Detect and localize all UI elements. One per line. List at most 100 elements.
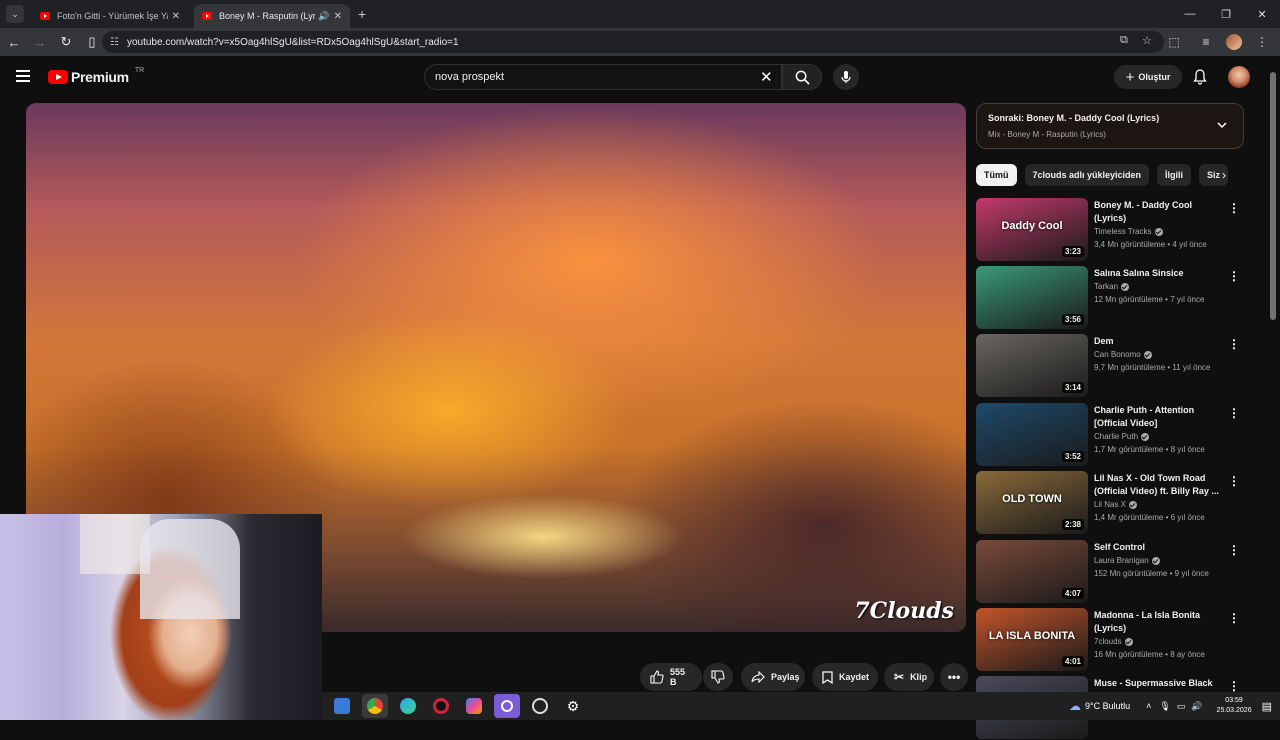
voice-search-button[interactable] (833, 64, 859, 90)
search-button[interactable] (782, 64, 822, 90)
like-button[interactable]: 555 B (640, 663, 702, 691)
video-list-item[interactable]: OLD TOWN 2:38 Lil Nas X - Old Town Road (O… (976, 471, 1244, 535)
restore-icon[interactable]: ❐ (1208, 0, 1244, 28)
tab-search-chevron-icon[interactable]: ⌄ (6, 5, 24, 23)
back-icon[interactable]: ← (2, 30, 26, 54)
more-vertical-icon[interactable]: ⋮ (1228, 543, 1240, 557)
channel-name[interactable]: Charlie Puth (1094, 432, 1150, 441)
dislike-button[interactable] (703, 663, 733, 691)
notification-center-icon[interactable]: ▤ (1262, 700, 1272, 713)
video-thumbnail[interactable]: 4:07 (976, 540, 1088, 603)
save-button[interactable]: Kaydet (812, 663, 878, 691)
new-tab-button[interactable]: + (358, 6, 366, 22)
channel-name[interactable]: Laura Branigan (1094, 556, 1160, 565)
view-count: 9,7 Mn görüntüleme (1094, 363, 1166, 372)
video-watermark: 7Clouds (854, 598, 954, 624)
side-panel-icon[interactable]: ▯ (80, 30, 104, 54)
site-info-icon[interactable]: ☷ (110, 37, 119, 48)
opera-icon[interactable] (428, 694, 454, 718)
network-icon[interactable]: ▭ (1177, 701, 1186, 712)
up-next-panel[interactable]: Sonraki: Boney M. - Daddy Cool (Lyrics) … (976, 103, 1244, 149)
speaker-icon[interactable]: 🔊 (318, 11, 329, 22)
video-list-item[interactable]: Daddy Cool 3:23 Boney M. - Daddy Cool (Lyr… (976, 198, 1244, 262)
chevron-right-icon[interactable]: › (1222, 168, 1226, 182)
copilot-icon[interactable] (461, 694, 487, 718)
more-vertical-icon[interactable]: ⋮ (1228, 337, 1240, 351)
clip-button[interactable]: ✂ Klip (884, 663, 934, 691)
browser-menu-icon[interactable]: ⋮ (1250, 30, 1274, 54)
verified-check-icon (1143, 350, 1152, 359)
browser-tab-0[interactable]: Foto'n Gitti - Yürümek İşe Yaram ✕ (32, 4, 188, 28)
close-window-icon[interactable]: ✕ (1244, 0, 1280, 28)
clock[interactable]: 03:59 25.03.2026 (1217, 696, 1252, 716)
forward-icon[interactable]: → (28, 30, 52, 54)
chrome-icon[interactable] (362, 694, 388, 718)
browser-tab-1[interactable]: Boney M - Rasputin (Lyrics) 🔊 ✕ (194, 4, 350, 28)
video-title[interactable]: Charlie Puth - Attention [Official Video… (1094, 404, 1224, 430)
video-thumbnail[interactable]: LA ISLA BONITA 4:01 (976, 608, 1088, 671)
video-thumbnail[interactable]: 3:56 (976, 266, 1088, 329)
create-button[interactable]: + Oluştur (1114, 65, 1182, 89)
more-vertical-icon[interactable]: ⋮ (1228, 474, 1240, 488)
scrollbar-thumb[interactable] (1270, 72, 1276, 320)
video-list-item[interactable]: 4:07 Self Control Laura Branigan 152 Mn gör… (976, 540, 1244, 604)
menu-hamburger-icon[interactable] (16, 70, 30, 82)
more-actions-button[interactable]: ••• (940, 663, 968, 691)
channel-name[interactable]: Can Bonomo (1094, 350, 1152, 359)
tray-chevron-up-icon[interactable]: ˄ (1146, 701, 1151, 711)
video-title[interactable]: Boney M. - Daddy Cool (Lyrics) (1094, 199, 1224, 225)
video-title[interactable]: Dem (1094, 335, 1224, 348)
video-list-item[interactable]: 3:14 Dem Can Bonomo 9,7 Mn görüntüleme • 11… (976, 334, 1244, 398)
video-list-item[interactable]: 3:56 Salına Salına Sinsice Tarkan 12 Mn gör… (976, 266, 1244, 330)
notifications-bell-icon[interactable] (1190, 67, 1210, 87)
media-controls-icon[interactable]: ≡ (1194, 30, 1218, 54)
video-thumbnail[interactable]: Daddy Cool 3:23 (976, 198, 1088, 261)
tab-close-icon[interactable]: ✕ (172, 11, 180, 22)
bookmark-star-icon[interactable]: ☆ (1142, 34, 1152, 47)
more-vertical-icon[interactable]: ⋮ (1228, 611, 1240, 625)
minimize-icon[interactable]: — (1172, 0, 1208, 28)
video-title[interactable]: Muse - Supermassive Black (1094, 677, 1224, 690)
video-title[interactable]: Salına Salına Sinsice (1094, 267, 1224, 280)
video-thumbnail[interactable]: 3:14 (976, 334, 1088, 397)
tab-close-icon[interactable]: ✕ (334, 11, 342, 22)
video-list-item[interactable]: 3:52 Charlie Puth - Attention [Official V… (976, 403, 1244, 467)
chevron-down-icon[interactable] (1215, 118, 1229, 132)
channel-name[interactable]: 7clouds (1094, 637, 1133, 646)
mail-app-icon[interactable] (329, 694, 355, 718)
edge-icon[interactable] (395, 694, 421, 718)
channel-name[interactable]: Tarkan (1094, 282, 1130, 291)
profile-avatar[interactable] (1226, 34, 1242, 50)
chip-related[interactable]: İlgili (1157, 164, 1192, 186)
video-list-item[interactable]: LA ISLA BONITA 4:01 Madonna - La Isla Boni… (976, 608, 1244, 672)
extensions-icon[interactable]: ⬚ (1162, 30, 1186, 54)
app-ring-icon[interactable] (494, 694, 520, 718)
video-title[interactable]: Lil Nas X - Old Town Road (Official Vide… (1094, 472, 1224, 498)
share-button[interactable]: Paylaş (741, 663, 805, 691)
more-vertical-icon[interactable]: ⋮ (1228, 406, 1240, 420)
video-thumbnail[interactable]: 3:52 (976, 403, 1088, 466)
account-avatar[interactable] (1228, 66, 1250, 88)
channel-name[interactable]: Lil Nas X (1094, 500, 1138, 509)
video-meta: 1,7 Mr görüntüleme • 8 yıl önce (1094, 445, 1205, 454)
settings-gear-icon[interactable]: ⚙ (560, 694, 586, 718)
volume-icon[interactable]: 🔊 (1191, 701, 1202, 712)
chip-uploader[interactable]: 7clouds adlı yükleyiciden (1024, 164, 1150, 186)
search-input[interactable]: nova prospekt (424, 64, 782, 90)
reload-icon[interactable]: ↻ (54, 30, 78, 54)
video-title[interactable]: Madonna - La Isla Bonita (Lyrics) (1094, 609, 1224, 635)
chip-all[interactable]: Tümü (976, 164, 1017, 186)
more-vertical-icon[interactable]: ⋮ (1228, 269, 1240, 283)
video-title[interactable]: Self Control (1094, 541, 1224, 554)
youtube-premium-logo[interactable]: Premium TR (48, 67, 144, 85)
install-app-icon[interactable]: ⧉ (1120, 34, 1128, 47)
mic-tray-icon[interactable]: 🎙 (1159, 701, 1170, 712)
address-bar[interactable]: ☷ youtube.com/watch?v=x5Oag4hlSgU&list=R… (102, 31, 1164, 53)
more-vertical-icon[interactable]: ⋮ (1228, 201, 1240, 215)
speedometer-icon[interactable] (527, 694, 553, 718)
more-vertical-icon[interactable]: ⋮ (1228, 679, 1240, 693)
video-thumbnail[interactable]: OLD TOWN 2:38 (976, 471, 1088, 534)
weather-text[interactable]: 9°C Bulutlu (1085, 701, 1130, 711)
clear-search-icon[interactable]: ✕ (760, 68, 773, 86)
channel-name[interactable]: Timeless Tracks (1094, 227, 1163, 236)
